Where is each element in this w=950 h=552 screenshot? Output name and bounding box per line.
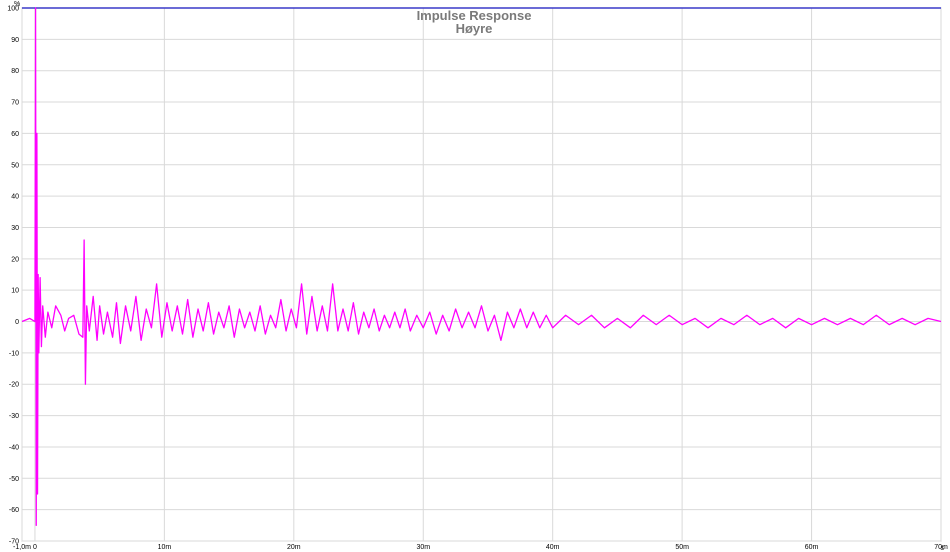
x-tick-labels: -1,0m 0 10m 20m 30m 40m 50m 60m 70m [13,544,948,551]
y-tick-label: 60 [11,131,19,138]
x-tick-label: 40m [546,544,560,551]
y-tick-label: 0 [15,319,19,326]
y-tick-label: -40 [9,444,19,451]
y-tick-label: -10 [9,350,19,357]
x-tick-label: 20m [287,544,301,551]
y-tick-label: 30 [11,225,19,232]
x-tick-label: -1,0m [13,544,31,551]
y-tick-label: -30 [9,413,19,420]
x-tick-label: 10m [158,544,172,551]
y-tick-label: 50 [11,162,19,169]
y-tick-label: 70 [11,100,19,107]
y-tick-labels: 1009080706050403020100-10-20-30-40-50-60… [7,6,19,546]
y-axis-unit: % [14,1,20,8]
y-tick-label: 40 [11,194,19,201]
plot-background [21,7,942,542]
x-tick-label: 60m [805,544,819,551]
x-tick-label: 0 [33,544,37,551]
chart-subtitle: Høyre [456,21,493,36]
y-tick-label: 10 [11,288,19,295]
y-tick-label: -50 [9,476,19,483]
y-tick-label: 90 [11,37,19,44]
chart-svg: 1009080706050403020100-10-20-30-40-50-60… [7,1,948,552]
y-tick-label: -20 [9,382,19,389]
x-tick-label: 50m [675,544,689,551]
impulse-response-chart: 100 90 80 70 60 50 40 30 20 10 0 -10 -20 -30 -40 -50 -60… [0,0,950,552]
x-axis-unit: s [941,545,945,552]
y-tick-label: 80 [11,68,19,75]
y-tick-label: -60 [9,507,19,514]
y-tick-label: 20 [11,256,19,263]
x-tick-label: 30m [416,544,430,551]
